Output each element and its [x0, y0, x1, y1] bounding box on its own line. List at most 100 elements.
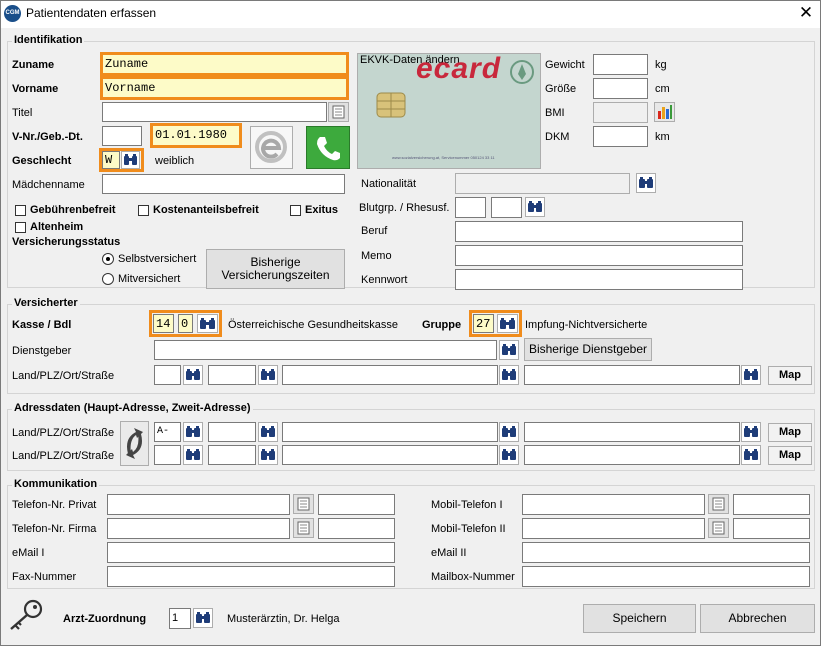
adr1-ort-search-button[interactable]	[499, 422, 519, 442]
adr1-strasse-input[interactable]	[524, 422, 740, 442]
adr2-ort-input[interactable]	[282, 445, 498, 465]
dienstgeber-search-button[interactable]	[499, 340, 519, 360]
tel-firma-extra-input[interactable]	[318, 518, 395, 539]
list-icon	[712, 521, 725, 535]
adr2-strasse-search-button[interactable]	[741, 445, 761, 465]
vers-strasse-search-button[interactable]	[741, 365, 761, 385]
adr2-land-input[interactable]	[154, 445, 181, 465]
vers-land-input[interactable]	[154, 365, 181, 385]
zuname-label: Zuname	[12, 59, 55, 71]
titel-label: Titel	[12, 107, 33, 119]
geschlecht-input[interactable]: W	[102, 151, 120, 169]
blutgruppe-search-button[interactable]	[525, 197, 545, 217]
arzt-zuordnung-input[interactable]: 1	[169, 608, 191, 629]
vers-strasse-input[interactable]	[524, 365, 740, 385]
vorname-label: Vorname	[12, 83, 59, 95]
key-icon[interactable]	[6, 597, 46, 633]
vorname-input[interactable]: Vorname	[100, 76, 349, 100]
altenheim-checkbox[interactable]	[15, 222, 26, 233]
bdl-input[interactable]: 0	[178, 314, 193, 333]
tel-privat-extra-input[interactable]	[318, 494, 395, 515]
bmi-chart-button[interactable]	[654, 102, 675, 122]
gebuehrenbefreit-checkbox[interactable]	[15, 205, 26, 216]
dkm-input[interactable]	[593, 126, 648, 147]
geburtsdatum-input[interactable]: 01.01.1980	[150, 123, 242, 148]
titel-input[interactable]	[102, 102, 327, 122]
vers-ort-search-button[interactable]	[499, 365, 519, 385]
adr1-land-input[interactable]: A-	[154, 422, 181, 442]
adr1-land-search-button[interactable]	[183, 422, 203, 442]
adr2-ort-search-button[interactable]	[499, 445, 519, 465]
gewicht-label: Gewicht	[545, 59, 585, 71]
adr2-strasse-input[interactable]	[524, 445, 740, 465]
selbstversichert-radio[interactable]	[102, 253, 114, 265]
adr1-label: Land/PLZ/Ort/Straße	[12, 427, 115, 439]
kasse-search-button[interactable]	[197, 314, 218, 333]
adr1-plz-input[interactable]	[208, 422, 256, 442]
gruppe-search-button[interactable]	[497, 314, 518, 333]
ecard-reader-button[interactable]	[250, 126, 293, 169]
titel-dropdown-button[interactable]	[328, 102, 349, 122]
arzt-name: Musterärztin, Dr. Helga	[227, 613, 340, 625]
kennwort-label: Kennwort	[361, 274, 408, 286]
beruf-input[interactable]	[455, 221, 743, 242]
close-icon[interactable]: ✕	[796, 2, 816, 24]
ecard-panel[interactable]: EKVK-Daten ändern ecard www.sozialversic…	[357, 53, 541, 169]
email2-input[interactable]	[522, 542, 810, 563]
adr2-map-button[interactable]: Map	[768, 446, 812, 465]
adr1-strasse-search-button[interactable]	[741, 422, 761, 442]
dienstgeber-input[interactable]	[154, 340, 497, 360]
fax-input[interactable]	[107, 566, 395, 587]
nationalitaet-search-button[interactable]	[636, 173, 656, 193]
mobil1-extra-input[interactable]	[733, 494, 810, 515]
vers-land-search-button[interactable]	[183, 365, 203, 385]
tel-firma-list-button[interactable]	[293, 518, 314, 538]
adr1-ort-input[interactable]	[282, 422, 498, 442]
adr1-map-button[interactable]: Map	[768, 423, 812, 442]
gruppe-input[interactable]: 27	[473, 314, 494, 333]
swap-address-button[interactable]	[120, 421, 149, 466]
kennwort-input[interactable]	[455, 269, 743, 290]
mobil2-list-button[interactable]	[708, 518, 729, 538]
binoculars-icon	[261, 449, 275, 460]
adr2-plz-search-button[interactable]	[258, 445, 278, 465]
kostenanteilsbefreit-checkbox[interactable]	[138, 205, 149, 216]
mailbox-input[interactable]	[522, 566, 810, 587]
kasse-input[interactable]: 14	[153, 314, 174, 333]
ecard-emblem-icon	[510, 60, 534, 84]
vers-plz-search-button[interactable]	[258, 365, 278, 385]
mobil1-list-button[interactable]	[708, 494, 729, 514]
exitus-checkbox[interactable]	[290, 205, 301, 216]
nationalitaet-input[interactable]	[455, 173, 630, 194]
bisherige-dienstgeber-button[interactable]: Bisherige Dienstgeber	[524, 338, 652, 361]
ecard-small-text: www.sozialversicherung.at, Servicenummer…	[392, 155, 495, 160]
vnr-input[interactable]	[102, 126, 142, 146]
mobil1-input[interactable]	[522, 494, 705, 515]
memo-input[interactable]	[455, 245, 743, 266]
blutgruppe-input[interactable]	[455, 197, 486, 218]
tel-firma-input[interactable]	[107, 518, 290, 539]
cancel-button[interactable]: Abbrechen	[700, 604, 815, 633]
save-button[interactable]: Speichern	[583, 604, 696, 633]
vers-map-button[interactable]: Map	[768, 366, 812, 385]
adr2-plz-input[interactable]	[208, 445, 256, 465]
vers-ort-input[interactable]	[282, 365, 498, 385]
email1-input[interactable]	[107, 542, 395, 563]
rhesusfaktor-input[interactable]	[491, 197, 522, 218]
tel-privat-input[interactable]	[107, 494, 290, 515]
adr2-land-search-button[interactable]	[183, 445, 203, 465]
mobil2-extra-input[interactable]	[733, 518, 810, 539]
geschlecht-search-button[interactable]	[121, 151, 140, 169]
phone-button[interactable]	[306, 126, 350, 169]
zuname-input[interactable]: Zuname	[100, 52, 349, 76]
mobil2-input[interactable]	[522, 518, 705, 539]
tel-privat-list-button[interactable]	[293, 494, 314, 514]
gewicht-input[interactable]	[593, 54, 648, 75]
groesse-input[interactable]	[593, 78, 648, 99]
maedchenname-input[interactable]	[102, 174, 345, 194]
adr1-plz-search-button[interactable]	[258, 422, 278, 442]
bisherige-versicherungszeiten-button[interactable]: Bisherige Versicherungszeiten	[206, 249, 345, 289]
mitversichert-radio[interactable]	[102, 273, 114, 285]
vers-plz-input[interactable]	[208, 365, 256, 385]
arzt-zuordnung-search-button[interactable]	[193, 608, 213, 628]
